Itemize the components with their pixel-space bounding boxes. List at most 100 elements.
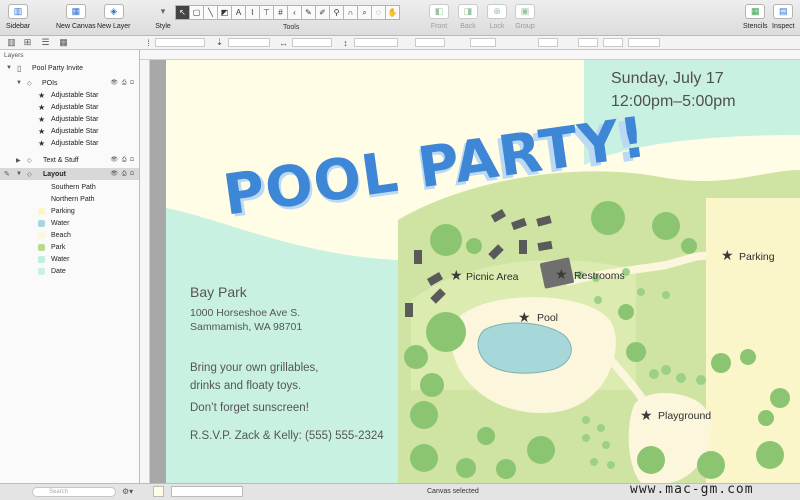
layout-item-row[interactable]: Northern Path bbox=[0, 193, 139, 205]
disclosure-triangle-icon[interactable]: ▼ bbox=[6, 65, 12, 71]
stencils-button[interactable]: ▦ Stencils bbox=[743, 4, 768, 30]
pointer-tool-icon[interactable]: ↖ bbox=[175, 5, 190, 20]
height-icon[interactable]: ↕ bbox=[340, 37, 351, 48]
rubber-stamp-icon[interactable]: ⚲ bbox=[329, 5, 344, 20]
group-row-pois[interactable]: ▼ ◇ POIs 👁 ⎙ ⊡ bbox=[0, 77, 139, 89]
list-view-icon[interactable]: ☰ bbox=[40, 37, 51, 48]
inspect-button[interactable]: ▤ Inspect bbox=[772, 4, 795, 30]
stroke-field[interactable] bbox=[470, 38, 496, 47]
table-tool-icon[interactable]: # bbox=[273, 5, 288, 20]
canvas[interactable]: POOL PARTY! POOL PARTY! Sunday, July 17 … bbox=[166, 60, 800, 483]
lock-button[interactable]: ⊕ Lock bbox=[487, 4, 507, 30]
width-field[interactable] bbox=[292, 38, 332, 47]
zoom-field[interactable] bbox=[628, 38, 660, 47]
y-field[interactable] bbox=[228, 38, 270, 47]
layout-item-row[interactable]: Parking bbox=[0, 205, 139, 217]
tools-label: Tools bbox=[283, 24, 300, 31]
label-picnic-area: Picnic Area bbox=[466, 271, 519, 283]
width-icon[interactable]: ↔ bbox=[278, 37, 289, 48]
omnigraffle-window: ▥ Sidebar ▦ New Canvas ◈ New Layer ▾ Sty… bbox=[0, 0, 800, 500]
shape-tool-icon[interactable]: ▢ bbox=[189, 5, 204, 20]
height-field[interactable] bbox=[354, 38, 398, 47]
text-tool-icon[interactable]: A bbox=[231, 5, 246, 20]
picnic-star-icon[interactable]: ★ bbox=[450, 268, 463, 282]
rotation-field[interactable] bbox=[415, 38, 445, 47]
shape-pick-icon[interactable]: ◩ bbox=[217, 5, 232, 20]
tools-group: ↖ ▢ ╲ ◩ A ⌇ ⊤ # ‹ ✎ ✐ ⚲ ∩ ⌕ ◌ ✋ bbox=[175, 5, 400, 20]
star-row[interactable]: ★ Adjustable Star bbox=[0, 89, 139, 101]
playground-star-icon[interactable]: ★ bbox=[640, 408, 653, 422]
back-button[interactable]: ◨ Back bbox=[458, 4, 478, 30]
canvas-color-swatch[interactable] bbox=[153, 486, 164, 497]
layers-view-icon[interactable]: ▥ bbox=[6, 37, 17, 48]
toolbar: ▥ Sidebar ▦ New Canvas ◈ New Layer ▾ Sty… bbox=[0, 0, 800, 36]
watermark: www.mac-gm.com bbox=[630, 482, 754, 497]
star-row[interactable]: ★ Adjustable Star bbox=[0, 125, 139, 137]
chevron-left-icon[interactable]: ‹ bbox=[287, 5, 302, 20]
arrange-field[interactable] bbox=[603, 38, 623, 47]
disclosure-triangle-icon[interactable]: ▼ bbox=[16, 171, 22, 177]
restrooms-star-icon[interactable]: ★ bbox=[555, 267, 568, 281]
horizontal-ruler bbox=[140, 50, 800, 60]
star-icon: ★ bbox=[38, 114, 46, 124]
layout-item-row[interactable]: Water bbox=[0, 253, 139, 265]
outline-view-icon[interactable]: ⊞ bbox=[22, 37, 33, 48]
shape-swatch-icon bbox=[38, 207, 45, 215]
status-message: Canvas selected bbox=[427, 488, 479, 495]
star-row[interactable]: ★ Adjustable Star bbox=[0, 113, 139, 125]
sidebar-icon: ▥ bbox=[8, 4, 29, 19]
bezier-tool-icon[interactable]: ✎ bbox=[301, 5, 316, 20]
layout-item-row[interactable]: Southern Path bbox=[0, 181, 139, 193]
new-layer-button[interactable]: ◈ New Layer bbox=[97, 4, 130, 30]
new-canvas-button[interactable]: ▦ New Canvas bbox=[56, 4, 96, 30]
bring-line-1: Bring your own grillables, bbox=[190, 362, 319, 374]
layer-icon: ◇ bbox=[27, 157, 32, 164]
distribute-field[interactable] bbox=[578, 38, 598, 47]
layer-controls[interactable]: 👁 ⎙ ⊡ bbox=[110, 79, 135, 87]
layout-item-row[interactable]: Beach bbox=[0, 229, 139, 241]
vertical-ruler bbox=[140, 60, 150, 483]
layer-controls[interactable]: 👁 ⎙ ⊡ bbox=[110, 156, 135, 164]
shape-swatch-icon bbox=[38, 219, 45, 227]
align-field[interactable] bbox=[538, 38, 558, 47]
canvas-row[interactable]: ▼ ▯ Pool Party Invite bbox=[0, 62, 139, 74]
layout-item-row[interactable]: Date bbox=[0, 265, 139, 277]
disclosure-triangle-icon[interactable]: ▼ bbox=[16, 80, 22, 86]
pool-star-icon[interactable]: ★ bbox=[518, 310, 531, 324]
diagram-tool-icon[interactable]: ⊤ bbox=[259, 5, 274, 20]
magnet-tool-icon[interactable]: ∩ bbox=[343, 5, 358, 20]
park-name: Bay Park bbox=[190, 284, 247, 300]
parking-star-icon[interactable]: ★ bbox=[721, 248, 734, 262]
hand-tool-icon[interactable]: ✋ bbox=[385, 5, 400, 20]
sidebar-button[interactable]: ▥ Sidebar bbox=[6, 4, 30, 30]
gear-icon[interactable]: ⚙▾ bbox=[122, 487, 133, 496]
front-button[interactable]: ◧ Front bbox=[429, 4, 449, 30]
star-row[interactable]: ★ Adjustable Star bbox=[0, 137, 139, 149]
search-input[interactable]: Search bbox=[32, 487, 116, 497]
canvas-view-icon[interactable]: ▦ bbox=[58, 37, 69, 48]
disclosure-triangle-icon[interactable]: ▶ bbox=[16, 157, 21, 164]
arrow-down-icon[interactable]: ⇣ bbox=[214, 37, 225, 48]
layer-row-text[interactable]: ▶ ◇ Text & Stuff 👁 ⎙ ⊡ bbox=[0, 154, 139, 166]
star-icon: ★ bbox=[38, 90, 46, 100]
layout-item-row[interactable]: Park bbox=[0, 241, 139, 253]
x-field[interactable] bbox=[155, 38, 205, 47]
lasso-tool-icon[interactable]: ◌ bbox=[371, 5, 386, 20]
layer-controls[interactable]: 👁 ⎙ ⊡ bbox=[110, 170, 135, 178]
layer-row-layout[interactable]: ✎ ▼ ◇ Layout 👁 ⎙ ⊡ bbox=[0, 168, 139, 180]
shape-swatch-icon bbox=[38, 267, 45, 275]
paint-tool-icon[interactable]: ✐ bbox=[315, 5, 330, 20]
style-button[interactable]: ▾ Style bbox=[153, 4, 173, 30]
sunscreen-note: Don’t forget sunscreen! bbox=[190, 402, 309, 414]
group-icon: ▣ bbox=[515, 4, 535, 19]
layout-item-label: Parking bbox=[51, 207, 75, 215]
style-preview[interactable] bbox=[171, 486, 243, 497]
pen-tool-icon[interactable]: ⌇ bbox=[245, 5, 260, 20]
shape-swatch-icon bbox=[38, 243, 45, 251]
line-tool-icon[interactable]: ╲ bbox=[203, 5, 218, 20]
star-row[interactable]: ★ Adjustable Star bbox=[0, 101, 139, 113]
zoom-tool-icon[interactable]: ⌕ bbox=[357, 5, 372, 20]
layout-item-label: Water bbox=[51, 219, 70, 227]
group-button[interactable]: ▣ Group bbox=[515, 4, 535, 30]
layout-item-row[interactable]: Water bbox=[0, 217, 139, 229]
